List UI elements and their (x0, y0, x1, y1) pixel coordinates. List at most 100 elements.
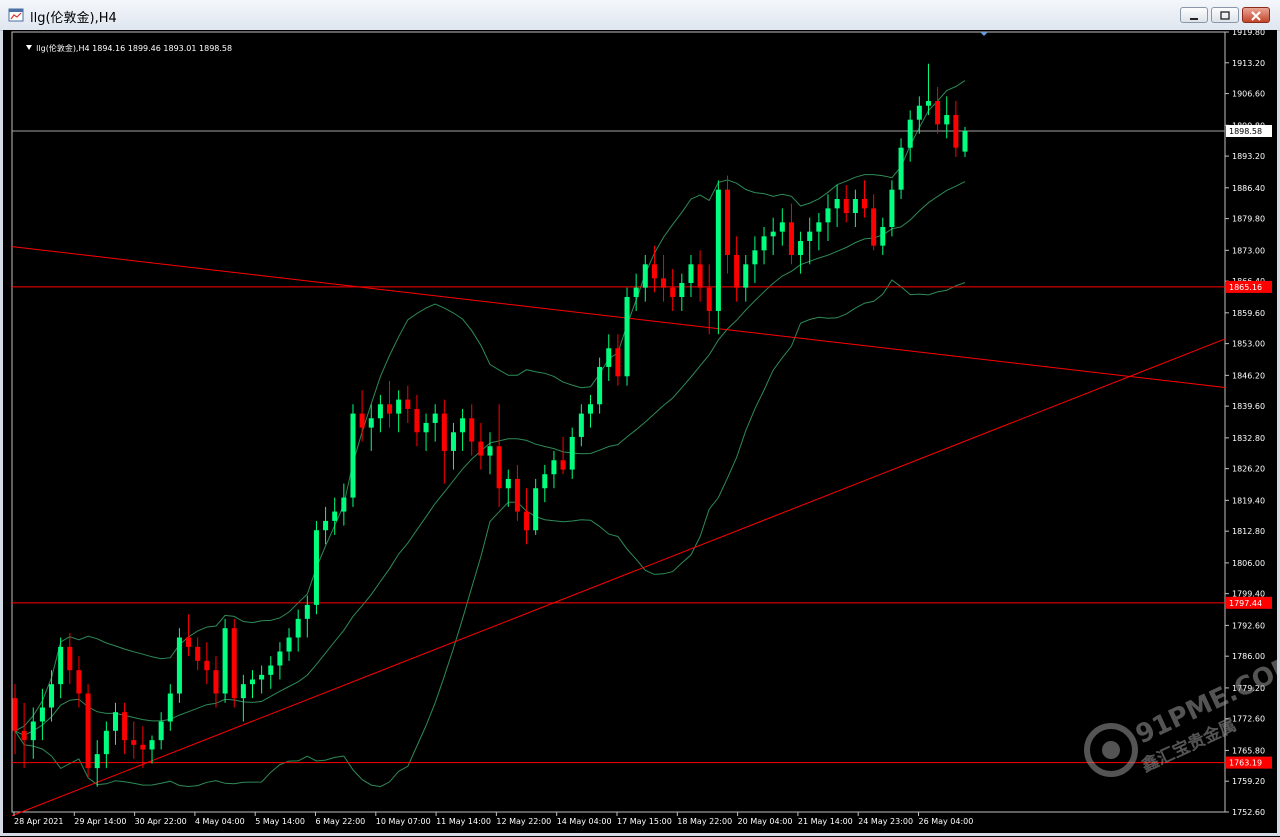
bull-candle[interactable] (49, 684, 55, 708)
trendline[interactable] (11, 338, 1226, 817)
bear-candle[interactable] (204, 660, 210, 671)
bull-candle[interactable] (679, 282, 685, 297)
bull-candle[interactable] (240, 684, 246, 699)
bear-candle[interactable] (67, 646, 73, 671)
bear-candle[interactable] (76, 670, 82, 694)
bear-candle[interactable] (131, 740, 137, 745)
bull-candle[interactable] (505, 478, 511, 489)
bull-candle[interactable] (222, 628, 228, 694)
bull-candle[interactable] (423, 422, 429, 433)
bear-candle[interactable] (953, 115, 959, 148)
bull-candle[interactable] (743, 264, 749, 288)
bear-candle[interactable] (724, 189, 731, 255)
bear-candle[interactable] (514, 478, 520, 512)
bull-candle[interactable] (323, 520, 329, 531)
bull-candle[interactable] (112, 712, 118, 731)
bear-candle[interactable] (12, 698, 18, 731)
bull-candle[interactable] (94, 754, 100, 769)
bull-candle[interactable] (587, 404, 593, 414)
bull-candle[interactable] (158, 721, 164, 741)
bear-candle[interactable] (85, 693, 91, 769)
bull-candle[interactable] (450, 432, 456, 451)
shift-marker-icon[interactable] (980, 32, 988, 36)
bear-candle[interactable] (387, 404, 393, 414)
bear-candle[interactable] (469, 418, 475, 442)
bull-candle[interactable] (350, 413, 356, 498)
bull-candle[interactable] (944, 115, 950, 125)
bear-candle[interactable] (478, 441, 484, 456)
bear-candle[interactable] (734, 254, 740, 288)
bear-candle[interactable] (524, 511, 530, 531)
bull-candle[interactable] (925, 101, 931, 106)
bear-candle[interactable] (935, 101, 941, 125)
bear-candle[interactable] (213, 670, 219, 694)
bear-candle[interactable] (441, 413, 447, 451)
title-bar[interactable]: llg(伦敦金),H4 (0, 0, 1280, 31)
bull-candle[interactable] (551, 460, 557, 475)
bull-candle[interactable] (715, 189, 721, 311)
bull-candle[interactable] (889, 189, 895, 227)
bull-candle[interactable] (268, 665, 274, 675)
bull-candle[interactable] (688, 264, 694, 283)
bear-candle[interactable] (788, 222, 794, 255)
bull-candle[interactable] (259, 674, 265, 680)
minimize-button[interactable] (1180, 7, 1208, 23)
triangle-down-icon[interactable] (26, 45, 33, 50)
bear-candle[interactable] (122, 712, 128, 741)
bull-candle[interactable] (798, 240, 804, 255)
bull-candle[interactable] (569, 436, 575, 470)
bear-candle[interactable] (405, 399, 411, 409)
bull-candle[interactable] (834, 199, 840, 209)
bear-candle[interactable] (843, 199, 849, 214)
bull-candle[interactable] (880, 227, 886, 246)
bear-candle[interactable] (697, 264, 703, 288)
bull-candle[interactable] (304, 604, 310, 619)
bull-candle[interactable] (249, 679, 256, 685)
bull-candle[interactable] (167, 693, 173, 722)
bull-candle[interactable] (642, 264, 648, 288)
bull-candle[interactable] (533, 488, 539, 531)
bull-candle[interactable] (149, 740, 155, 750)
bull-candle[interactable] (962, 130, 968, 152)
maximize-button[interactable] (1211, 7, 1239, 23)
bull-candle[interactable] (578, 413, 584, 437)
bull-candle[interactable] (916, 105, 922, 120)
bull-candle[interactable] (432, 413, 438, 423)
bull-candle[interactable] (39, 707, 45, 722)
bull-candle[interactable] (898, 147, 904, 190)
bear-candle[interactable] (21, 730, 27, 741)
bull-candle[interactable] (852, 199, 858, 214)
bear-candle[interactable] (871, 208, 877, 246)
bear-candle[interactable] (661, 278, 667, 288)
bear-candle[interactable] (560, 460, 566, 470)
bear-candle[interactable] (706, 287, 712, 311)
bull-candle[interactable] (624, 296, 630, 377)
close-button[interactable] (1242, 7, 1270, 23)
bull-candle[interactable] (103, 730, 109, 755)
bear-candle[interactable] (195, 646, 201, 661)
bull-candle[interactable] (341, 497, 347, 512)
bull-candle[interactable] (779, 222, 785, 232)
bull-candle[interactable] (396, 399, 402, 414)
bull-candle[interactable] (825, 208, 831, 223)
bull-candle[interactable] (277, 651, 283, 666)
bull-candle[interactable] (816, 222, 822, 232)
bear-candle[interactable] (186, 637, 192, 647)
bull-candle[interactable] (487, 446, 493, 456)
bear-candle[interactable] (670, 287, 676, 297)
bull-candle[interactable] (770, 231, 776, 237)
bear-candle[interactable] (231, 628, 237, 699)
bull-candle[interactable] (460, 418, 466, 433)
bull-candle[interactable] (313, 530, 319, 605)
chart-canvas[interactable]: 1919.801913.201906.601899.801893.201886.… (3, 28, 1280, 833)
bull-candle[interactable] (295, 618, 301, 638)
bear-candle[interactable] (496, 446, 502, 489)
bear-candle[interactable] (140, 744, 146, 750)
bull-candle[interactable] (58, 646, 64, 685)
bull-candle[interactable] (368, 418, 374, 428)
bull-candle[interactable] (752, 250, 758, 265)
bull-candle[interactable] (761, 236, 767, 251)
bull-candle[interactable] (286, 637, 292, 652)
bull-candle[interactable] (332, 511, 338, 521)
bull-candle[interactable] (606, 348, 612, 367)
